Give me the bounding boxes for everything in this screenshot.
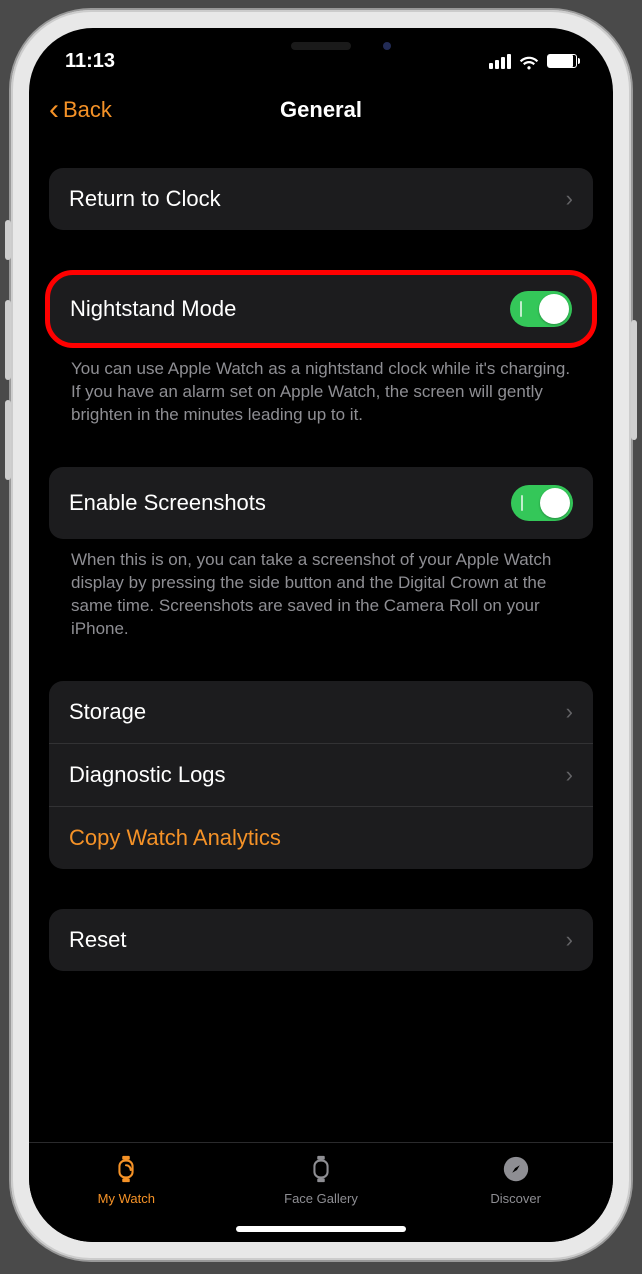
tab-face-gallery[interactable]: Face Gallery <box>256 1153 386 1206</box>
compass-icon <box>500 1153 532 1185</box>
status-time: 11:13 <box>65 50 115 73</box>
volume-down-button <box>5 400 11 480</box>
chevron-left-icon: ‹ <box>49 95 59 125</box>
watch-icon <box>110 1153 142 1185</box>
back-label: Back <box>63 97 112 123</box>
status-right <box>489 53 577 69</box>
notch <box>196 28 446 64</box>
nav-bar: ‹ Back General <box>29 82 613 138</box>
row-diagnostic-logs[interactable]: Diagnostic Logs › <box>49 743 593 806</box>
row-label: Reset <box>69 927 126 953</box>
screenshots-toggle[interactable] <box>511 485 573 521</box>
row-label: Enable Screenshots <box>69 490 266 516</box>
back-button[interactable]: ‹ Back <box>49 95 112 125</box>
screenshots-footnote: When this is on, you can take a screensh… <box>49 539 593 641</box>
tab-label: My Watch <box>98 1191 155 1206</box>
row-copy-watch-analytics[interactable]: Copy Watch Analytics <box>49 806 593 869</box>
settings-list[interactable]: Return to Clock › Nightstand Mode You ca… <box>29 138 613 1142</box>
group-nightstand: Nightstand Mode <box>45 270 597 348</box>
row-enable-screenshots[interactable]: Enable Screenshots <box>49 467 593 539</box>
row-label: Copy Watch Analytics <box>69 825 281 851</box>
row-label: Storage <box>69 699 146 725</box>
tab-label: Face Gallery <box>284 1191 358 1206</box>
tab-label: Discover <box>490 1191 541 1206</box>
wifi-icon <box>519 53 539 69</box>
chevron-right-icon: › <box>566 762 573 788</box>
chevron-right-icon: › <box>566 186 573 212</box>
mute-switch <box>5 220 11 260</box>
home-indicator[interactable] <box>236 1226 406 1232</box>
power-button <box>631 320 637 440</box>
row-storage[interactable]: Storage › <box>49 681 593 743</box>
row-return-to-clock[interactable]: Return to Clock › <box>49 168 593 230</box>
page-title: General <box>29 97 613 123</box>
tab-my-watch[interactable]: My Watch <box>61 1153 191 1206</box>
phone-frame: 11:13 ‹ Back General Return to Clock <box>11 10 631 1260</box>
group-reset: Reset › <box>49 909 593 971</box>
group-screenshots: Enable Screenshots <box>49 467 593 539</box>
nightstand-footnote: You can use Apple Watch as a nightstand … <box>49 348 593 427</box>
row-nightstand-mode[interactable]: Nightstand Mode <box>50 275 592 343</box>
row-label: Return to Clock <box>69 186 221 212</box>
cellular-icon <box>489 54 511 69</box>
row-label: Diagnostic Logs <box>69 762 226 788</box>
screen: 11:13 ‹ Back General Return to Clock <box>29 28 613 1242</box>
row-label: Nightstand Mode <box>70 296 236 322</box>
chevron-right-icon: › <box>566 699 573 725</box>
volume-up-button <box>5 300 11 380</box>
chevron-right-icon: › <box>566 927 573 953</box>
nightstand-toggle[interactable] <box>510 291 572 327</box>
group-storage: Storage › Diagnostic Logs › Copy Watch A… <box>49 681 593 869</box>
row-reset[interactable]: Reset › <box>49 909 593 971</box>
watch-outline-icon <box>305 1153 337 1185</box>
group-return: Return to Clock › <box>49 168 593 230</box>
battery-icon <box>547 54 577 68</box>
tab-discover[interactable]: Discover <box>451 1153 581 1206</box>
